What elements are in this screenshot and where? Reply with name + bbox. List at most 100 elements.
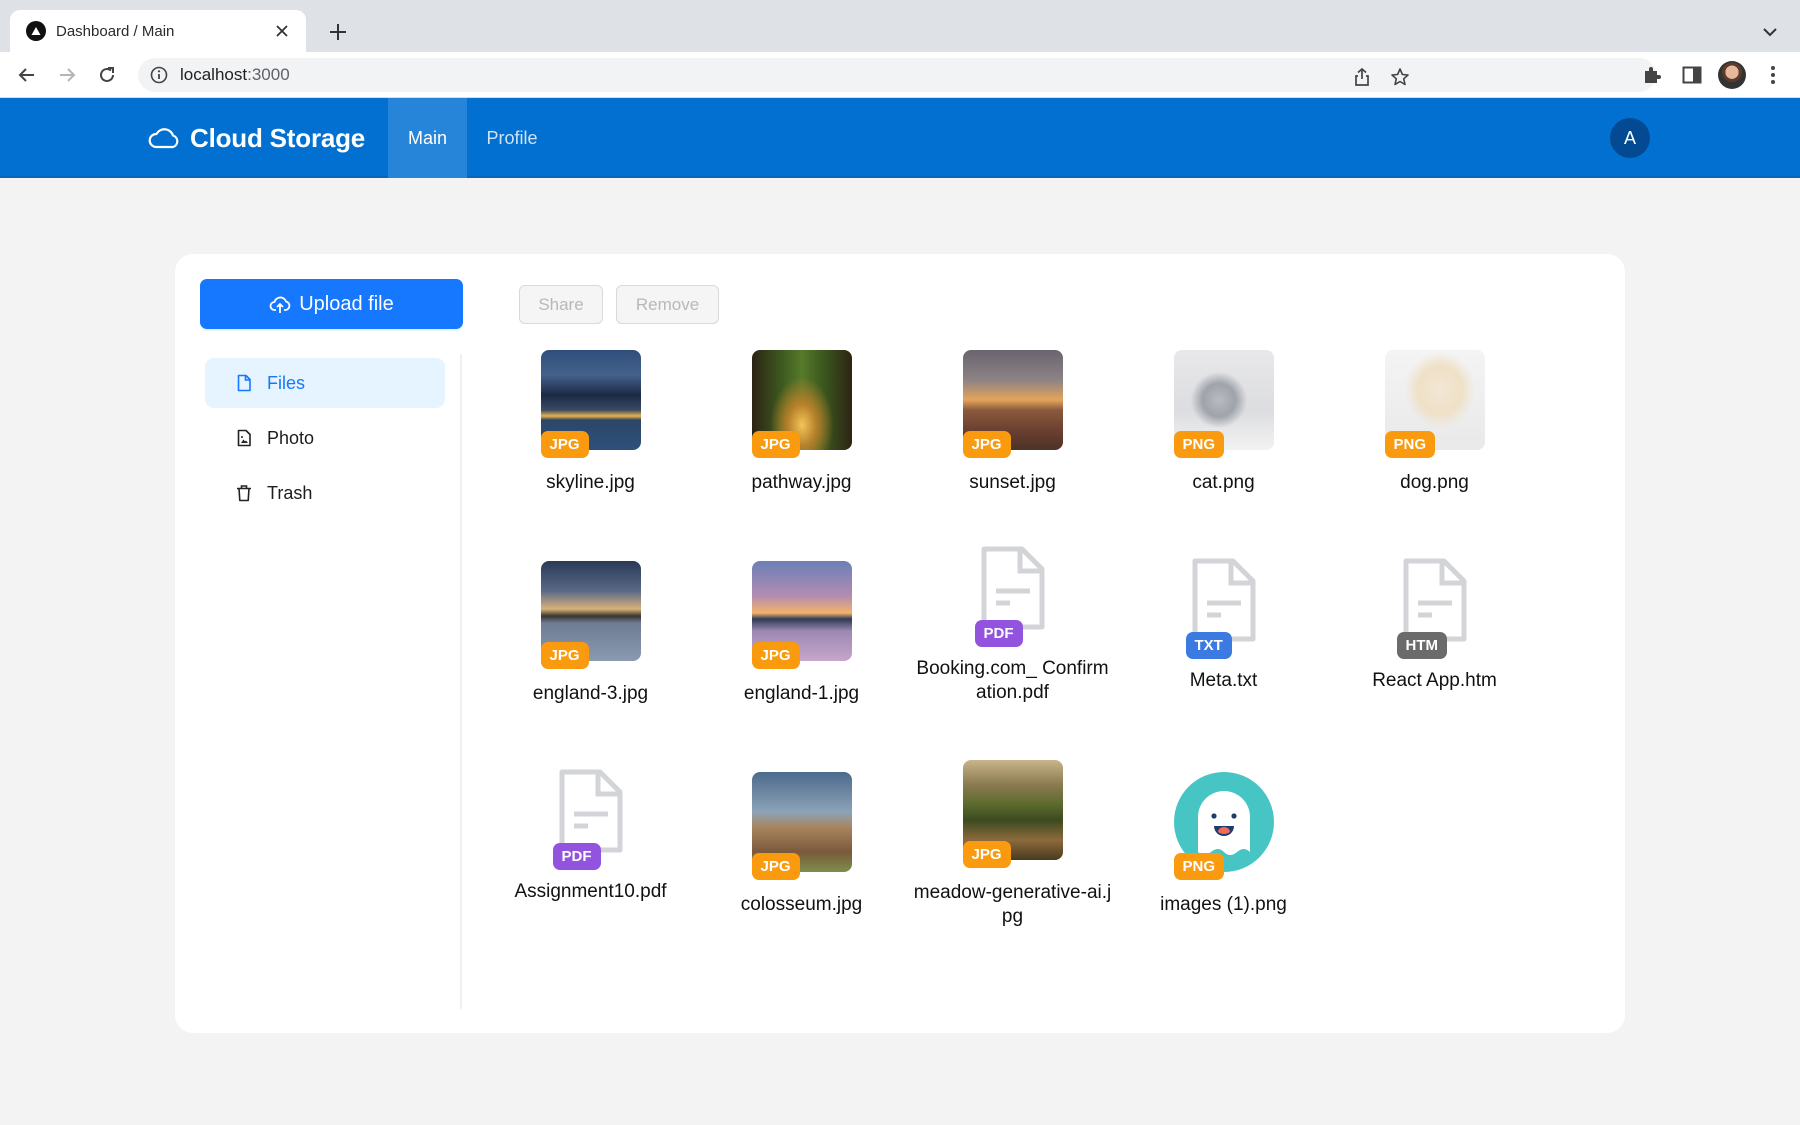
file-thumbnail: JPG [751, 772, 852, 880]
file-item[interactable]: JPG sunset.jpg [907, 350, 1118, 495]
file-type-badge: PNG [1384, 431, 1436, 458]
share-button[interactable]: Share [519, 285, 603, 324]
file-name: Assignment10.pdf [514, 881, 667, 902]
back-arrow-icon[interactable] [13, 61, 41, 89]
sidebar-divider [460, 354, 462, 1009]
url-text[interactable]: localhost:3000 [180, 65, 290, 85]
brand-logo[interactable]: Cloud Storage [148, 98, 365, 178]
browser-tab[interactable]: Dashboard / Main [10, 10, 306, 52]
file-item[interactable]: JPG pathway.jpg [696, 350, 907, 495]
file-item[interactable]: JPG skyline.jpg [485, 350, 696, 495]
remove-button[interactable]: Remove [616, 285, 719, 324]
file-thumbnail: PNG [1384, 350, 1485, 458]
file-thumbnail: PNG [1173, 350, 1274, 458]
file-name: dog.png [1400, 472, 1469, 493]
file-type-badge: PDF [552, 843, 601, 870]
file-doc-icon [1192, 558, 1255, 642]
nav-tab-main[interactable]: Main [388, 98, 467, 178]
file-thumbnail: JPG [540, 561, 641, 669]
document-icon: HTM [1385, 551, 1485, 661]
file-type-badge: JPG [540, 642, 589, 669]
user-avatar[interactable]: A [1610, 118, 1650, 158]
reload-icon[interactable] [93, 61, 121, 89]
file-name: england-1.jpg [743, 683, 860, 704]
file-item[interactable]: PNG cat.png [1118, 350, 1329, 495]
file-type-badge: PNG [1173, 853, 1225, 880]
file-name: pathway.jpg [751, 472, 852, 493]
browser-toolbar: localhost:3000 [0, 52, 1800, 98]
file-type-badge: JPG [962, 841, 1011, 868]
file-name: images (1).png [1160, 894, 1287, 915]
file-type-badge: JPG [751, 431, 800, 458]
file-type-badge: JPG [751, 642, 800, 669]
sidebar-item-label: Files [267, 372, 306, 393]
sidebar-item-files[interactable]: Files [205, 358, 445, 408]
file-doc-icon [981, 546, 1044, 630]
file-thumbnail: JPG [540, 350, 641, 458]
nav-tab-profile[interactable]: Profile [467, 98, 557, 178]
bookmark-star-icon[interactable] [1386, 63, 1414, 91]
file-name: cat.png [1192, 472, 1255, 493]
browser-tabstrip: Dashboard / Main [0, 0, 1800, 52]
file-item[interactable]: JPG england-1.jpg [696, 561, 907, 706]
file-name: england-3.jpg [532, 683, 649, 704]
address-bar[interactable]: localhost:3000 [138, 58, 1656, 92]
file-name: meadow-generative-ai.jpg [913, 882, 1112, 927]
forward-arrow-icon[interactable] [53, 61, 81, 89]
file-type-badge: PDF [974, 620, 1023, 647]
upload-file-label: Upload file [299, 292, 394, 315]
file-item[interactable]: TXT Meta.txt [1118, 551, 1329, 693]
file-icon [237, 374, 251, 392]
new-tab-icon[interactable] [324, 18, 352, 46]
file-manager-card: Upload file Share Remove Files Photo Tra… [175, 254, 1625, 1033]
file-type-badge: JPG [751, 853, 800, 880]
browser-profile-avatar[interactable] [1718, 61, 1746, 89]
site-info-icon[interactable] [150, 66, 168, 84]
sidebar: Files Photo Trash [205, 358, 445, 523]
side-panel-icon[interactable] [1678, 61, 1706, 89]
sidebar-item-trash[interactable]: Trash [205, 468, 445, 518]
file-type-badge: TXT [1185, 632, 1232, 659]
file-image-icon [237, 429, 251, 447]
file-thumbnail: JPG [751, 561, 852, 669]
app-header: Cloud Storage Main Profile A [0, 98, 1800, 178]
tab-close-icon[interactable] [270, 19, 294, 43]
file-name: Meta.txt [1189, 670, 1258, 691]
tab-title: Dashboard / Main [56, 22, 175, 40]
document-icon: PDF [541, 762, 641, 872]
upload-file-button[interactable]: Upload file [200, 279, 463, 329]
file-thumbnail: PNG [1173, 772, 1274, 880]
cloud-icon [148, 128, 179, 149]
trash-icon [237, 485, 251, 502]
file-item[interactable]: PDF Assignment10.pdf [485, 762, 696, 904]
file-item[interactable]: PNG dog.png [1329, 350, 1540, 495]
share-page-icon[interactable] [1348, 63, 1376, 91]
document-icon: PDF [963, 539, 1063, 649]
file-item[interactable]: PNG images (1).png [1118, 772, 1329, 917]
file-item[interactable]: JPG colosseum.jpg [696, 772, 907, 917]
file-item[interactable]: HTM React App.htm [1329, 551, 1540, 693]
cloud-upload-icon [269, 296, 291, 313]
browser-menu-icon[interactable] [1759, 61, 1787, 89]
file-item[interactable]: JPG england-3.jpg [485, 561, 696, 706]
file-name: skyline.jpg [546, 472, 635, 493]
file-type-badge: JPG [962, 431, 1011, 458]
file-thumbnail: JPG [962, 760, 1063, 868]
sidebar-item-label: Photo [267, 427, 315, 448]
sidebar-item-photo[interactable]: Photo [205, 413, 445, 463]
sidebar-item-label: Trash [267, 482, 313, 503]
file-thumbnail: JPG [751, 350, 852, 458]
document-icon: TXT [1174, 551, 1274, 661]
file-name: Booking.com_ Confirmation.pdf [916, 658, 1109, 703]
file-item[interactable]: JPG meadow-generative-ai.jpg [907, 760, 1118, 929]
extensions-puzzle-icon[interactable] [1638, 61, 1666, 89]
chevron-down-icon[interactable] [1758, 20, 1782, 44]
file-name: colosseum.jpg [740, 894, 863, 915]
file-type-badge: JPG [540, 431, 589, 458]
file-name: sunset.jpg [969, 472, 1056, 493]
brand-name: Cloud Storage [190, 122, 366, 153]
file-item[interactable]: PDF Booking.com_ Confirmation.pdf [907, 539, 1118, 705]
file-type-badge: PNG [1173, 431, 1225, 458]
file-type-badge: HTM [1396, 632, 1447, 659]
file-doc-icon [559, 769, 622, 853]
